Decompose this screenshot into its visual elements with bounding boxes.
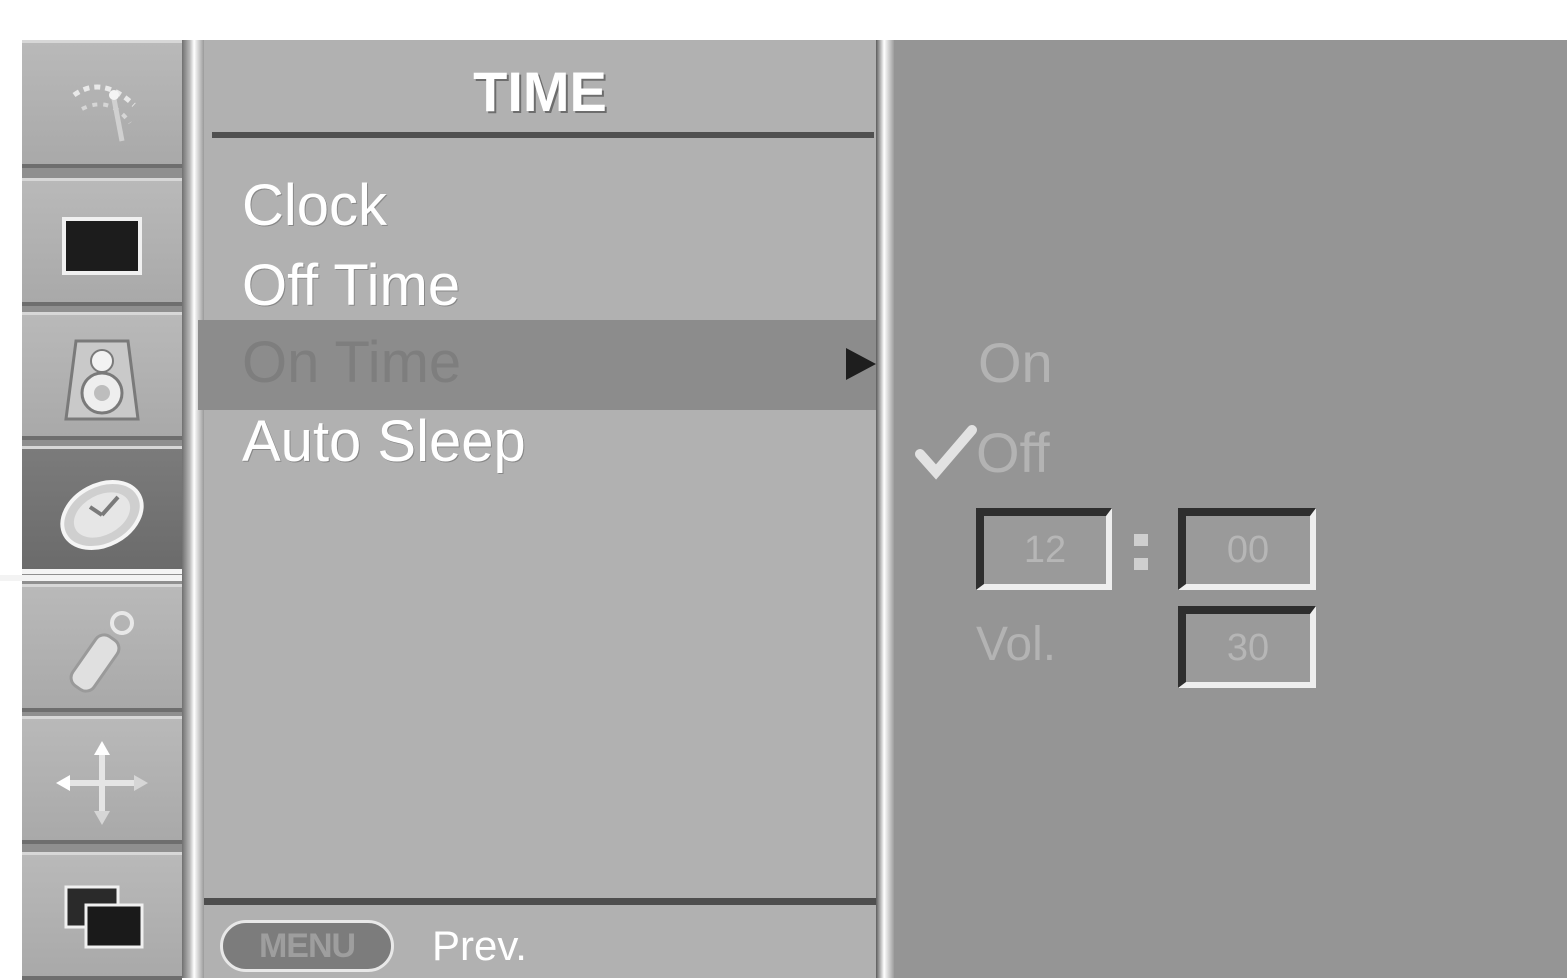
picture-screen-icon xyxy=(62,217,142,275)
speaker-icon xyxy=(64,339,140,421)
footer-divider xyxy=(204,898,876,905)
on-time-submenu: On Off 12 00 Vol. 30 xyxy=(894,40,1567,978)
tv-osd-screen: TIME Clock Off Time On Time Auto Sleep M… xyxy=(0,0,1567,980)
category-option[interactable] xyxy=(22,584,182,712)
category-audio[interactable] xyxy=(22,312,182,440)
move-cross-icon xyxy=(56,741,148,825)
prev-hint: Prev. xyxy=(432,922,527,969)
menu-button[interactable]: MENU xyxy=(220,920,394,972)
panel-bevel xyxy=(876,40,894,978)
hour-field[interactable]: 12 xyxy=(976,508,1112,590)
option-off[interactable]: Off xyxy=(976,418,1050,488)
minute-field[interactable]: 00 xyxy=(1178,508,1316,590)
vol-label: Vol. xyxy=(976,618,1057,671)
category-time[interactable] xyxy=(22,446,182,574)
title-divider xyxy=(212,132,874,138)
menu-item-clock[interactable]: Clock xyxy=(204,164,876,248)
sidebar-bevel xyxy=(182,40,204,978)
satellite-dish-icon xyxy=(72,84,136,142)
time-colon xyxy=(1134,528,1150,576)
pip-windows-icon xyxy=(64,885,144,949)
category-picture[interactable] xyxy=(22,178,182,306)
remote-key-icon xyxy=(69,611,134,693)
clock-icon xyxy=(60,479,144,551)
category-setup[interactable] xyxy=(22,40,182,168)
menu-item-label: Auto Sleep xyxy=(242,409,526,474)
submenu-arrow-icon xyxy=(846,348,876,380)
sidebar-divider xyxy=(0,575,182,581)
page-title: TIME xyxy=(473,60,607,123)
category-sidebar xyxy=(22,40,182,980)
checkmark-icon xyxy=(915,425,977,480)
category-pip[interactable] xyxy=(22,852,182,980)
menu-item-off-time[interactable]: Off Time xyxy=(204,244,876,328)
volume-field[interactable]: 30 xyxy=(1178,606,1316,688)
menu-item-auto-sleep[interactable]: Auto Sleep xyxy=(204,400,876,484)
menu-item-label: On Time xyxy=(242,330,462,395)
menu-item-label: Clock xyxy=(242,173,388,238)
category-screen[interactable] xyxy=(22,716,182,844)
menu-item-label: Off Time xyxy=(242,253,461,318)
time-menu-panel: TIME Clock Off Time On Time Auto Sleep M… xyxy=(198,40,882,978)
menu-item-on-time[interactable]: On Time xyxy=(198,320,882,410)
option-on[interactable]: On xyxy=(978,328,1053,398)
